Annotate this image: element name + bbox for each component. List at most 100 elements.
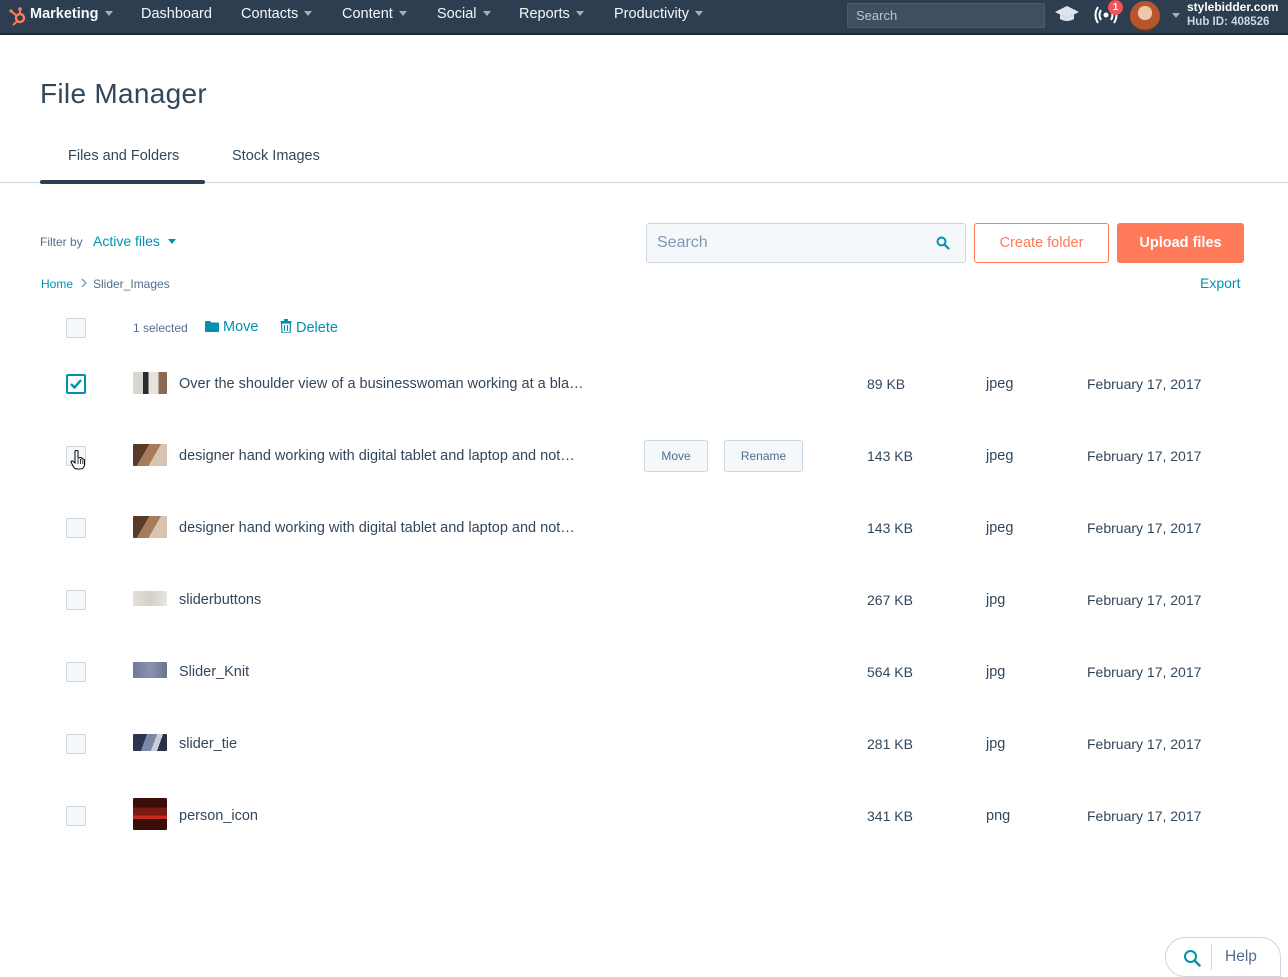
upload-files-button[interactable]: Upload files xyxy=(1117,223,1244,263)
nav-reports[interactable]: Reports xyxy=(519,0,584,30)
table-row[interactable]: sliderbuttons 267 KB jpg February 17, 20… xyxy=(0,564,1288,636)
row-checkbox[interactable] xyxy=(66,374,86,394)
file-size: 341 KB xyxy=(867,808,913,824)
chevron-down-icon xyxy=(398,10,407,16)
file-type: jpg xyxy=(986,736,1006,752)
filter-value: Active files xyxy=(93,233,160,249)
file-size: 281 KB xyxy=(867,736,913,752)
file-date: February 17, 2017 xyxy=(1087,520,1202,536)
search-icon[interactable] xyxy=(1183,949,1201,967)
table-row[interactable]: slider_tie 281 KB jpg February 17, 2017 xyxy=(0,708,1288,780)
row-checkbox[interactable] xyxy=(66,590,86,610)
tab-stock-images[interactable]: Stock Images xyxy=(232,148,320,164)
row-move-button[interactable]: Move xyxy=(644,440,708,472)
file-thumbnail xyxy=(133,734,167,751)
tab-files-and-folders[interactable]: Files and Folders xyxy=(68,148,179,164)
file-size: 143 KB xyxy=(867,448,913,464)
nav-marketing-label: Marketing xyxy=(30,6,99,22)
chevron-down-icon xyxy=(575,10,584,16)
row-checkbox[interactable] xyxy=(66,734,86,754)
file-name[interactable]: Slider_Knit xyxy=(179,664,249,680)
file-search-input[interactable] xyxy=(647,224,927,262)
folder-icon xyxy=(205,321,219,332)
table-row[interactable]: designer hand working with digital table… xyxy=(0,492,1288,564)
nav-productivity-label: Productivity xyxy=(614,6,689,22)
chevron-right-icon xyxy=(81,278,87,288)
row-checkbox[interactable] xyxy=(66,662,86,682)
help-divider xyxy=(1211,944,1212,970)
avatar[interactable] xyxy=(1130,1,1160,31)
breadcrumb-current: Slider_Images xyxy=(93,277,170,291)
file-size: 564 KB xyxy=(867,664,913,680)
file-name[interactable]: person_icon xyxy=(179,808,258,824)
select-all-checkbox[interactable] xyxy=(66,318,86,338)
file-type: jpeg xyxy=(986,520,1014,536)
active-tab-indicator xyxy=(40,180,205,184)
file-size: 267 KB xyxy=(867,592,913,608)
nav-productivity[interactable]: Productivity xyxy=(614,0,703,30)
file-thumbnail xyxy=(133,444,167,466)
file-date: February 17, 2017 xyxy=(1087,664,1202,680)
hand-cursor-icon xyxy=(70,450,85,470)
notification-badge: 1 xyxy=(1108,0,1123,15)
nav-marketing[interactable]: Marketing xyxy=(30,0,113,30)
file-thumbnail xyxy=(133,372,167,394)
trash-icon xyxy=(280,319,292,334)
account-name[interactable]: stylebidder.com xyxy=(1187,0,1278,14)
file-search xyxy=(646,223,966,263)
table-row[interactable]: designer hand working with digital table… xyxy=(0,420,1288,492)
chevron-down-icon xyxy=(304,10,313,16)
export-link[interactable]: Export xyxy=(1200,275,1240,291)
chevron-down-icon xyxy=(482,10,491,16)
nav-content-label: Content xyxy=(342,6,393,22)
file-size: 89 KB xyxy=(867,376,906,392)
hub-id: Hub ID: 408526 xyxy=(1187,16,1270,28)
file-date: February 17, 2017 xyxy=(1087,376,1202,392)
file-type: jpeg xyxy=(986,448,1014,464)
filter-dropdown[interactable]: Active files xyxy=(93,233,176,249)
nav-reports-label: Reports xyxy=(519,6,570,22)
page-title: File Manager xyxy=(40,78,208,109)
file-type: jpeg xyxy=(986,376,1014,392)
nav-contacts[interactable]: Contacts xyxy=(241,0,313,30)
selected-count: 1 selected xyxy=(133,321,188,335)
create-folder-button[interactable]: Create folder xyxy=(974,223,1109,263)
file-thumbnail xyxy=(133,516,167,538)
graduation-cap-icon[interactable] xyxy=(1054,4,1080,24)
row-checkbox[interactable] xyxy=(66,806,86,826)
file-date: February 17, 2017 xyxy=(1087,448,1202,464)
file-type: jpg xyxy=(986,592,1006,608)
table-row[interactable]: person_icon 341 KB png February 17, 2017 xyxy=(0,780,1288,852)
table-row[interactable]: Over the shoulder view of a businesswoma… xyxy=(0,348,1288,420)
file-name[interactable]: designer hand working with digital table… xyxy=(179,448,575,464)
table-row[interactable]: Slider_Knit 564 KB jpg February 17, 2017 xyxy=(0,636,1288,708)
file-name[interactable]: sliderbuttons xyxy=(179,592,261,608)
file-name[interactable]: designer hand working with digital table… xyxy=(179,520,575,536)
checkmark-icon xyxy=(70,379,82,390)
file-name[interactable]: Over the shoulder view of a businesswoma… xyxy=(179,376,584,392)
nav-social-label: Social xyxy=(437,6,477,22)
file-date: February 17, 2017 xyxy=(1087,736,1202,752)
hubspot-logo[interactable] xyxy=(8,6,28,26)
file-thumbnail xyxy=(133,798,167,830)
help-label[interactable]: Help xyxy=(1225,948,1257,966)
row-checkbox[interactable] xyxy=(66,518,86,538)
breadcrumb-home[interactable]: Home xyxy=(41,277,73,291)
chevron-down-icon[interactable] xyxy=(1172,13,1180,18)
nav-content[interactable]: Content xyxy=(342,0,407,30)
bulk-delete-label: Delete xyxy=(296,320,338,336)
chevron-down-icon xyxy=(104,10,113,16)
bulk-move-button[interactable]: Move xyxy=(205,319,258,335)
nav-search-input[interactable] xyxy=(847,3,1045,28)
top-nav: Marketing Dashboard Contacts Content Soc… xyxy=(0,0,1288,35)
nav-social[interactable]: Social xyxy=(437,0,491,30)
file-name[interactable]: slider_tie xyxy=(179,736,237,752)
bulk-delete-button[interactable]: Delete xyxy=(280,319,338,336)
help-widget[interactable]: Help xyxy=(1165,937,1281,977)
row-rename-button[interactable]: Rename xyxy=(724,440,803,472)
nav-dashboard[interactable]: Dashboard xyxy=(141,0,212,30)
file-type: jpg xyxy=(986,664,1006,680)
file-thumbnail xyxy=(133,591,167,606)
search-icon[interactable] xyxy=(936,236,950,250)
filter-label: Filter by xyxy=(40,235,83,249)
